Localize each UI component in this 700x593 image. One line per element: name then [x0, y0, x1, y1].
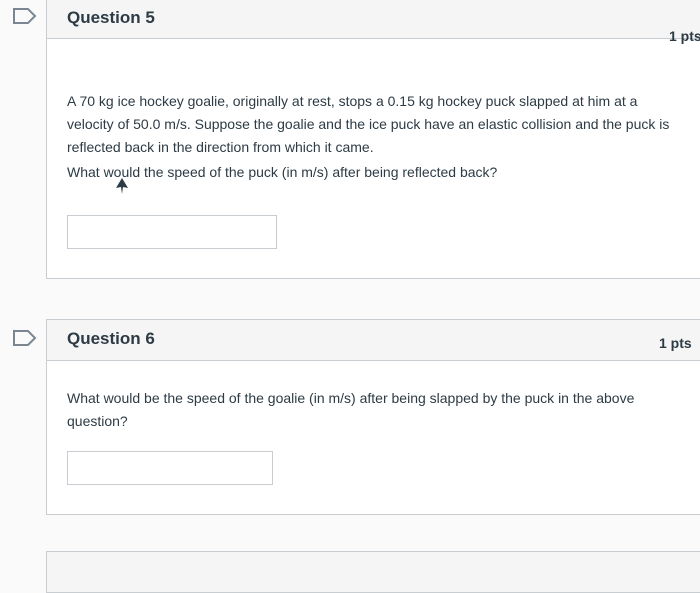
question-title: Question 5: [67, 8, 155, 27]
question-header: Question 6 1 pts: [47, 320, 700, 361]
question-text: A 70 kg ice hockey goalie, originally at…: [67, 93, 670, 155]
flag-icon[interactable]: [12, 329, 38, 347]
question-card: Question 5 1 pts A 70 kg ice hockey goal…: [46, 0, 700, 279]
question-prompt: What would the speed of the puck (in m/s…: [67, 164, 498, 180]
mouse-cursor-icon: [116, 178, 128, 194]
question-points: 1 pts: [669, 28, 700, 44]
answer-input[interactable]: [67, 215, 277, 249]
question-card: Question 6 1 pts What would be the speed…: [46, 319, 700, 515]
question-header: Question 5 1 pts: [47, 0, 700, 44]
next-question-card: [46, 551, 700, 593]
question-points: 1 pts: [659, 335, 692, 351]
question-text: What would be the speed of the goalie (i…: [67, 390, 635, 429]
question-title: Question 6: [67, 329, 155, 348]
flag-icon[interactable]: [12, 7, 38, 25]
answer-input[interactable]: [67, 451, 273, 485]
